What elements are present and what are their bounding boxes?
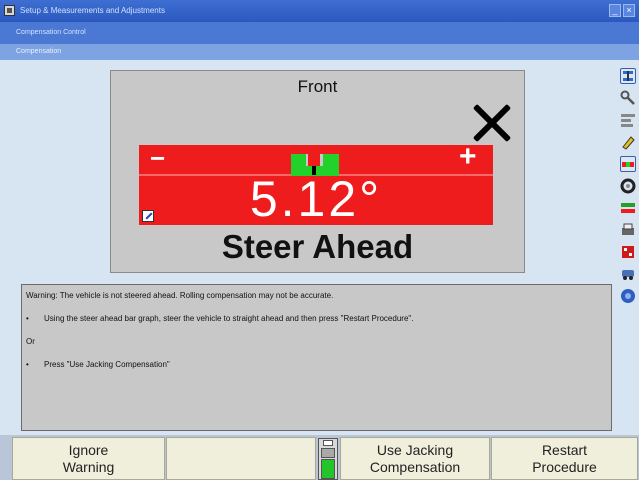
jacking-line-2: Compensation xyxy=(369,459,461,475)
section-title: Compensation xyxy=(16,48,62,55)
right-toolbar xyxy=(617,62,639,362)
instruction-1: • Using the steer ahead bar graph, steer … xyxy=(26,314,413,323)
help-icon[interactable] xyxy=(620,288,636,304)
warning-text: Warning: The vehicle is not steered ahea… xyxy=(26,291,334,300)
app-icon xyxy=(4,5,15,16)
blank-button[interactable] xyxy=(166,437,316,480)
minus-label: − xyxy=(150,143,166,173)
section-header: Compensation xyxy=(0,44,639,60)
warning-message-box: Warning: The vehicle is not steered ahea… xyxy=(21,284,612,431)
edit-icon[interactable] xyxy=(142,210,154,222)
ignore-warning-button[interactable]: Ignore Warning xyxy=(12,437,165,480)
target-notch-fill xyxy=(308,154,320,166)
bar-icon[interactable] xyxy=(620,156,636,172)
steer-reading: 5.12° xyxy=(249,171,383,227)
wheel-icon[interactable] xyxy=(620,178,636,194)
pencil-icon[interactable] xyxy=(620,134,636,150)
printer-icon[interactable] xyxy=(620,222,636,238)
flag-icon[interactable] xyxy=(620,244,636,260)
procedure-header: Compensation Control xyxy=(0,22,639,44)
procedure-title: Compensation Control xyxy=(16,29,86,36)
spec-icon[interactable] xyxy=(620,112,636,128)
instruction-2: • Press "Use Jacking Compensation" xyxy=(26,360,170,369)
restart-line-2: Procedure xyxy=(532,459,597,475)
gauge-fill xyxy=(321,459,335,479)
ignore-line-2: Warning xyxy=(62,459,115,475)
car-icon[interactable] xyxy=(620,266,636,282)
restart-procedure-button[interactable]: Restart Procedure xyxy=(491,437,638,480)
instruction-2-text: Press "Use Jacking Compensation" xyxy=(44,360,170,369)
close-icon[interactable]: × xyxy=(623,4,635,17)
use-jacking-compensation-button[interactable]: Use Jacking Compensation xyxy=(340,437,490,480)
gauge-empty xyxy=(321,448,335,458)
bullet-marker: • xyxy=(26,360,29,369)
wrench-icon[interactable] xyxy=(620,90,636,106)
gauge-icon[interactable] xyxy=(620,200,636,216)
restart-line-1: Restart xyxy=(541,442,588,458)
ignore-line-1: Ignore xyxy=(68,442,109,458)
level-gauge xyxy=(318,438,338,480)
alignment-icon[interactable] xyxy=(620,68,636,84)
gauge-cap xyxy=(323,440,333,446)
plus-label: + xyxy=(459,140,477,173)
steer-ahead-label: Steer Ahead xyxy=(221,228,414,265)
jacking-line-1: Use Jacking xyxy=(376,442,454,458)
or-text: Or xyxy=(26,337,35,346)
minimize-icon[interactable]: _ xyxy=(609,4,621,17)
window-controls: _ × xyxy=(609,4,635,17)
steer-bar-graph: − + 5.12° Steer Ahead xyxy=(110,70,525,273)
window-title: Setup & Measurements and Adjustments xyxy=(20,6,165,15)
title-bar: Setup & Measurements and Adjustments _ × xyxy=(0,0,639,22)
alignment-screen: Setup & Measurements and Adjustments _ ×… xyxy=(0,0,639,480)
instruction-1-text: Using the steer ahead bar graph, steer t… xyxy=(44,314,414,323)
bullet-marker: • xyxy=(26,314,29,323)
